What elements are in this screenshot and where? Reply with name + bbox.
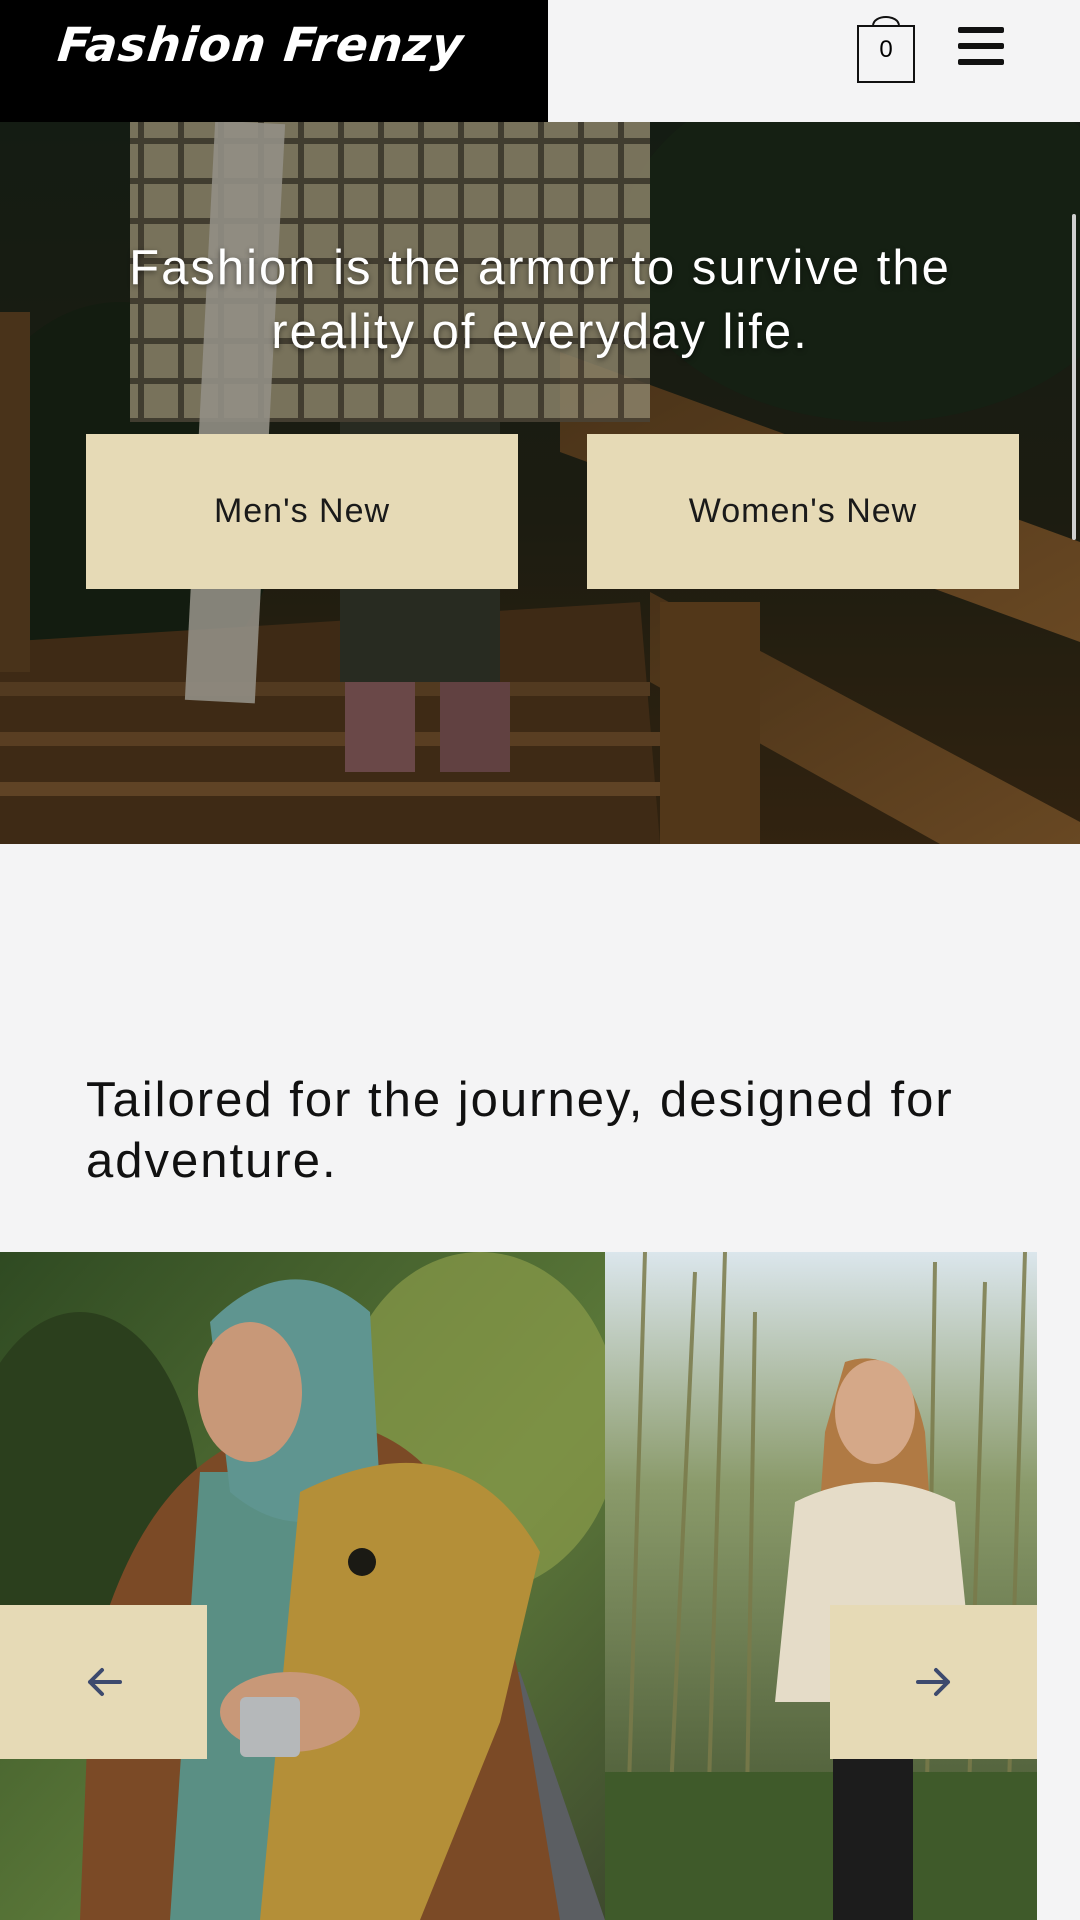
arrow-right-icon [915, 1668, 950, 1696]
carousel-next-button[interactable] [830, 1605, 1037, 1759]
womens-new-button[interactable]: Women's New [587, 434, 1019, 589]
site-logo[interactable]: Fashion Frenzy [55, 18, 466, 73]
arrow-left-icon [87, 1668, 122, 1696]
logo-block[interactable]: Fashion Frenzy [0, 0, 548, 122]
carousel-prev-button[interactable] [0, 1605, 207, 1759]
hero-quote: Fashion is the armor to survive the real… [129, 241, 951, 359]
gallery-image-woman[interactable] [605, 1252, 1037, 1920]
hero-banner: Fashion is the armor to survive the real… [0, 122, 1080, 844]
gallery-image-man[interactable] [0, 1252, 605, 1920]
cart-button[interactable]: 0 [856, 8, 916, 84]
product-carousel [0, 1252, 1037, 1920]
cart-count: 0 [879, 36, 893, 63]
section-title: Tailored for the journey, designed for a… [86, 1073, 954, 1188]
site-header: Fashion Frenzy 0 [0, 0, 1080, 122]
scrollbar-thumb[interactable] [1072, 214, 1076, 540]
hamburger-menu-icon [958, 27, 1004, 65]
menu-button[interactable] [956, 24, 1006, 70]
mens-new-button[interactable]: Men's New [86, 434, 518, 589]
